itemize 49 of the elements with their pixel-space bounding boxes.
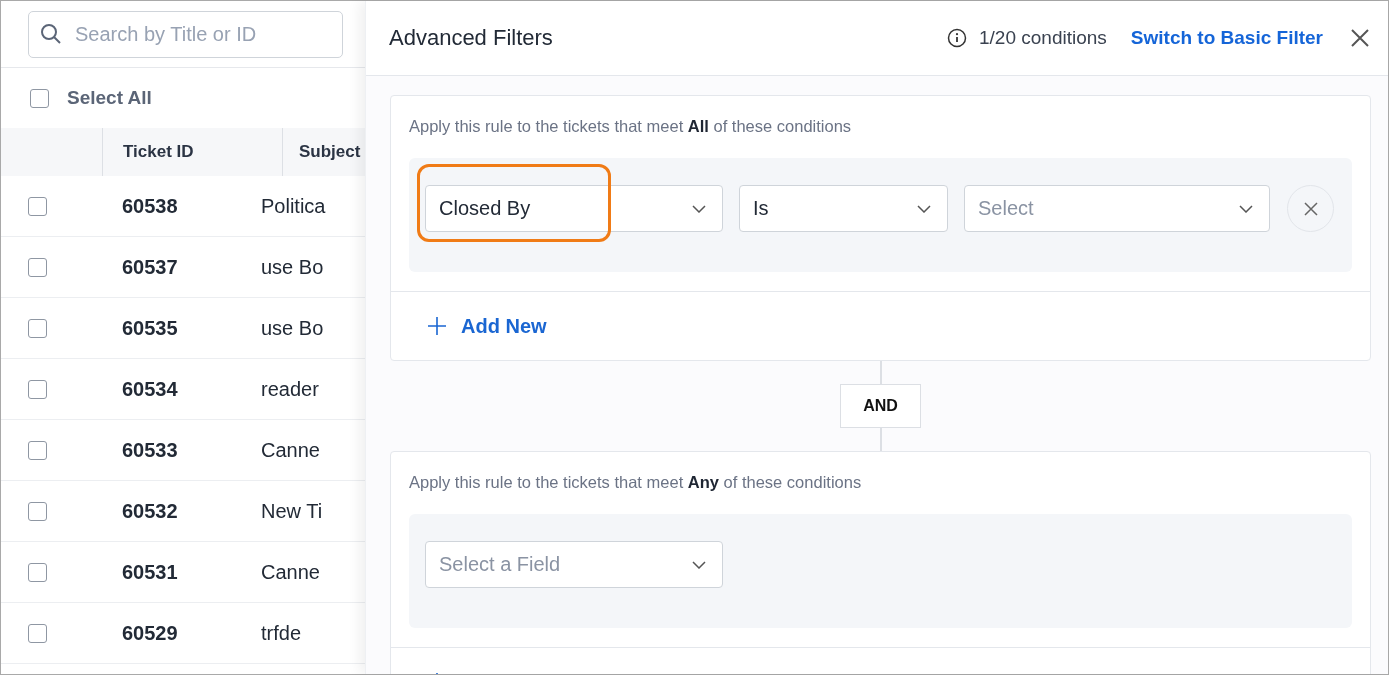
chevron-down-icon <box>692 204 706 213</box>
ticket-id: 60538 <box>122 194 178 218</box>
column-header: Subject <box>299 142 361 162</box>
remove-condition-button[interactable] <box>1287 185 1334 232</box>
ticket-subject: Politica <box>261 194 326 218</box>
close-icon <box>1302 200 1319 217</box>
add-new-link[interactable]: Add New <box>461 314 547 338</box>
chevron-down-icon <box>692 560 706 569</box>
ticket-id: 60531 <box>122 560 178 584</box>
rule-description: Apply this rule to the tickets that meet Any of these conditions <box>408 472 863 493</box>
close-icon[interactable] <box>1350 28 1370 48</box>
panel-title: Advanced Filters <box>389 25 554 51</box>
checkbox[interactable] <box>28 623 47 643</box>
rule-description: Apply this rule to the tickets that meet All of these conditions <box>408 116 853 137</box>
ticket-id: 60532 <box>122 499 178 523</box>
checkbox[interactable] <box>28 562 47 582</box>
chevron-down-icon <box>917 204 931 213</box>
checkbox[interactable] <box>28 257 47 277</box>
field-dropdown[interactable]: Closed By <box>425 185 723 232</box>
ticket-subject: Canne <box>261 438 320 462</box>
ticket-subject: New Ti <box>261 499 323 523</box>
info-icon <box>947 28 967 48</box>
checkbox[interactable] <box>30 88 49 108</box>
plus-icon[interactable] <box>427 316 447 336</box>
ticket-subject: reader <box>261 377 319 401</box>
search-field[interactable]: Search by Title or ID <box>28 10 343 58</box>
checkbox[interactable] <box>28 501 47 521</box>
conditions-count: 1/20 conditions <box>979 27 1107 49</box>
column-header: Ticket ID <box>123 142 194 162</box>
ticket-subject: use Bo <box>261 255 324 279</box>
chevron-down-icon <box>1239 204 1253 213</box>
ticket-subject: Canne <box>261 560 320 584</box>
ticket-id: 60534 <box>122 377 178 401</box>
ticket-id: 60533 <box>122 438 178 462</box>
ticket-subject: use Bo <box>261 316 324 340</box>
checkbox[interactable] <box>28 440 47 460</box>
operator-dropdown[interactable]: Is <box>739 185 948 232</box>
value-dropdown[interactable]: Select <box>964 185 1270 232</box>
ticket-id: 60535 <box>122 316 178 340</box>
checkbox[interactable] <box>28 196 47 216</box>
checkbox[interactable] <box>28 318 47 338</box>
select-all-label: Select All <box>67 87 152 109</box>
ticket-id: 60537 <box>122 255 178 279</box>
field-dropdown[interactable]: Select a Field <box>425 541 723 588</box>
switch-to-basic-filter-link[interactable]: Switch to Basic Filter <box>1130 27 1323 49</box>
ticket-subject: trfde <box>261 621 302 645</box>
ticket-id: 60529 <box>122 621 178 645</box>
and-connector: AND <box>840 384 921 428</box>
checkbox[interactable] <box>28 379 47 399</box>
